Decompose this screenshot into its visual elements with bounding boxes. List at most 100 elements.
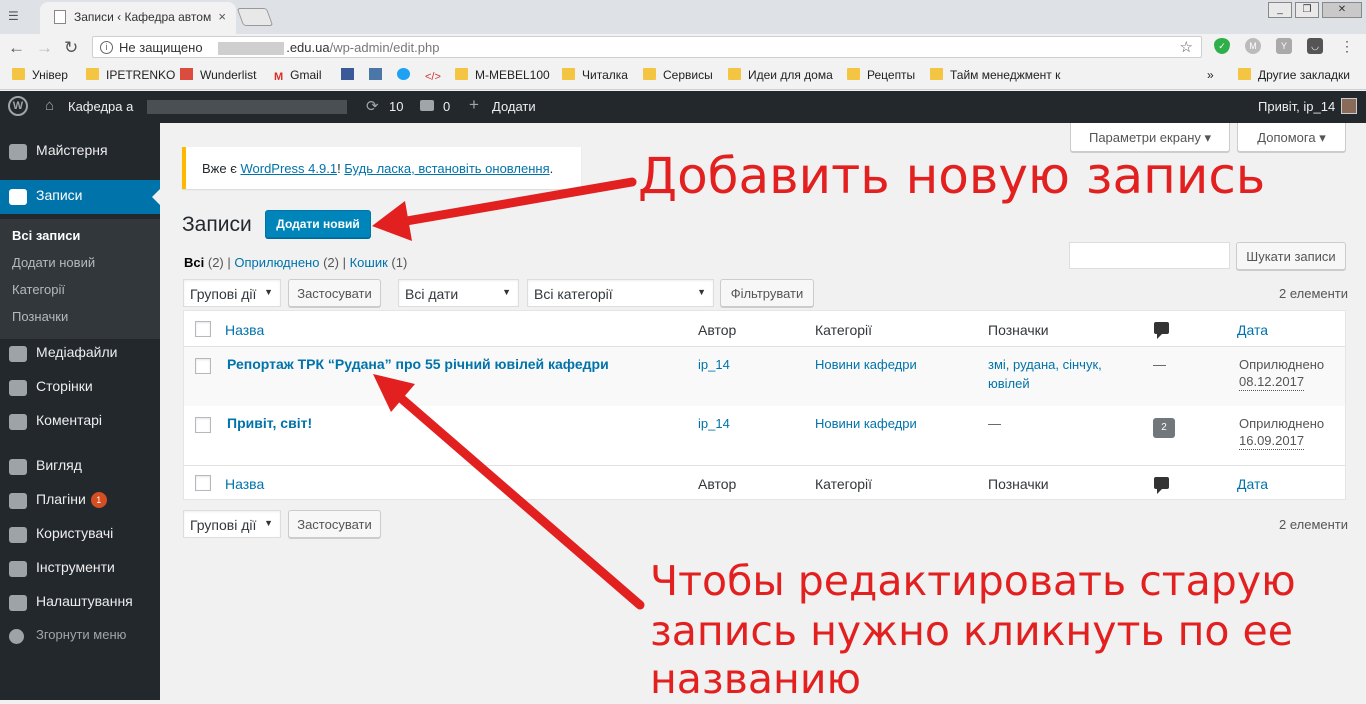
- apply-button[interactable]: Застосувати: [288, 279, 381, 307]
- apply-button-bottom[interactable]: Застосувати: [288, 510, 381, 538]
- menu-plugins[interactable]: Плагіни 1: [0, 484, 160, 518]
- submenu-add-new[interactable]: Додати новий: [12, 255, 95, 270]
- new-tab-button[interactable]: [236, 8, 274, 26]
- bulk-actions-select-bottom[interactable]: Групові дії ▼: [183, 510, 281, 538]
- plus-icon[interactable]: +: [469, 95, 479, 115]
- browser-tab[interactable]: Записи ‹ Кафедра автом ×: [40, 2, 236, 34]
- row-checkbox[interactable]: [195, 417, 211, 433]
- avatar[interactable]: [1341, 98, 1357, 114]
- collapse-menu[interactable]: Згорнути меню: [0, 620, 160, 654]
- bookmark-item[interactable]: M-MEBEL100: [455, 68, 550, 82]
- post-author-link[interactable]: ip_14: [698, 355, 730, 374]
- gmail-icon: M: [274, 71, 284, 83]
- bookmark-item[interactable]: IPETRENKO: [86, 68, 175, 82]
- post-author-link[interactable]: ip_14: [698, 414, 730, 433]
- other-bookmarks[interactable]: Другие закладки: [1238, 68, 1350, 82]
- menu-pages[interactable]: Сторінки: [0, 371, 160, 405]
- bookmark-item[interactable]: M Gmail: [274, 68, 322, 83]
- bookmarks-overflow[interactable]: »: [1207, 68, 1214, 82]
- menu-settings[interactable]: Налаштування: [0, 586, 160, 620]
- comments-column-icon[interactable]: [1154, 322, 1169, 339]
- bookmark-item[interactable]: Идеи для дома: [728, 68, 833, 82]
- minimize-button[interactable]: _: [1268, 2, 1292, 18]
- close-window-button[interactable]: ✕: [1322, 2, 1362, 18]
- column-date[interactable]: Дата: [1237, 322, 1268, 338]
- menu-dots-icon[interactable]: ⋮: [1339, 38, 1355, 54]
- filter-button[interactable]: Фільтрувати: [720, 279, 814, 307]
- twitter-bookmark[interactable]: [397, 68, 417, 82]
- submenu-tags[interactable]: Позначки: [12, 309, 68, 324]
- brush-icon: [9, 459, 27, 475]
- filter-published[interactable]: Оприлюднено: [234, 255, 319, 270]
- y-extension-icon[interactable]: Y: [1276, 38, 1292, 54]
- bookmark-item[interactable]: Сервисы: [643, 68, 713, 82]
- menu-tools[interactable]: Інструменти: [0, 552, 160, 586]
- menu-posts[interactable]: Записи: [0, 180, 160, 214]
- dates-select[interactable]: Всі дати ▼: [398, 279, 519, 307]
- bookmark-item[interactable]: Рецепты: [847, 68, 915, 82]
- menu-dashboard[interactable]: Майстерня: [0, 135, 160, 169]
- update-link[interactable]: Будь ласка, встановіть оновлення: [344, 161, 549, 176]
- bookmark-item[interactable]: Тайм менеджмент к: [930, 68, 1060, 82]
- back-icon[interactable]: ←: [8, 38, 25, 58]
- comments-icon[interactable]: [420, 100, 434, 111]
- home-icon[interactable]: ⌂: [45, 97, 54, 114]
- wrench-icon: [9, 561, 27, 577]
- post-tags-link[interactable]: ювілей: [988, 374, 1030, 393]
- info-icon[interactable]: i: [100, 41, 113, 54]
- admin-sidebar: Майстерня Записи Всі записи Додати новий…: [0, 123, 160, 700]
- forward-icon[interactable]: →: [36, 38, 53, 58]
- media-icon: [9, 346, 27, 362]
- code-bookmark[interactable]: </>: [425, 68, 448, 83]
- bookmarks-bar: Універ IPETRENKO Wunderlist M Gmail </> M…: [0, 62, 1366, 90]
- address-bar[interactable]: i Не защищено .edu.ua/wp-admin/edit.php …: [92, 36, 1202, 58]
- bookmark-item[interactable]: Wunderlist: [180, 68, 256, 82]
- column-title-footer[interactable]: Назва: [225, 476, 264, 492]
- vk-bookmark[interactable]: [369, 68, 389, 82]
- search-input[interactable]: [1069, 242, 1230, 269]
- submenu-categories[interactable]: Категорії: [12, 282, 65, 297]
- comment-count-bubble[interactable]: 2: [1153, 418, 1175, 438]
- menu-appearance[interactable]: Вигляд: [0, 450, 160, 484]
- pocket-extension-icon[interactable]: ◡: [1307, 38, 1323, 54]
- close-tab-icon[interactable]: ×: [218, 9, 226, 24]
- user-greeting[interactable]: Привіт, ip_14: [1258, 99, 1335, 114]
- maximize-button[interactable]: ❐: [1295, 2, 1319, 18]
- menu-comments[interactable]: Коментарі: [0, 405, 160, 439]
- bookmark-star-icon[interactable]: ☆: [1180, 38, 1193, 56]
- bookmark-item[interactable]: Універ: [12, 68, 68, 82]
- column-title[interactable]: Назва: [225, 322, 264, 338]
- wordpress-version-link[interactable]: WordPress 4.9.1: [240, 161, 337, 176]
- annotation-add: Добавить новую запись: [638, 147, 1266, 205]
- search-posts-button[interactable]: Шукати записи: [1236, 242, 1346, 270]
- site-name[interactable]: Кафедра а: [68, 99, 133, 114]
- comments-count[interactable]: 0: [443, 99, 450, 114]
- wordpress-logo-icon[interactable]: W: [8, 96, 28, 116]
- menu-users[interactable]: Користувачі: [0, 518, 160, 552]
- add-new-post-button[interactable]: Додати новий: [265, 210, 371, 238]
- facebook-bookmark[interactable]: [341, 68, 361, 82]
- updates-count[interactable]: 10: [389, 99, 403, 114]
- bookmark-item[interactable]: Читалка: [562, 68, 628, 82]
- post-title-link[interactable]: Репортаж ТРК “Рудана” про 55 річний ювіл…: [227, 355, 609, 374]
- updates-icon[interactable]: ⟳: [366, 97, 379, 115]
- comments-column-icon[interactable]: [1154, 477, 1169, 494]
- bulk-actions-select[interactable]: Групові дії ▼: [183, 279, 281, 307]
- post-title-link[interactable]: Привіт, світ!: [227, 414, 312, 433]
- post-tags-link[interactable]: змі, рудана, сінчук,: [988, 355, 1102, 374]
- filter-all[interactable]: Всі: [184, 255, 204, 270]
- row-checkbox[interactable]: [195, 358, 211, 374]
- select-all-checkbox[interactable]: [195, 321, 211, 337]
- filter-trash[interactable]: Кошик: [350, 255, 388, 270]
- categories-select[interactable]: Всі категорії ▼: [527, 279, 714, 307]
- column-date-footer[interactable]: Дата: [1237, 476, 1268, 492]
- post-category-link[interactable]: Новини кафедри: [815, 355, 917, 374]
- select-all-checkbox-footer[interactable]: [195, 475, 211, 491]
- reload-icon[interactable]: ↻: [64, 38, 78, 58]
- add-new-adminbar[interactable]: Додати: [492, 99, 536, 114]
- submenu-all-posts[interactable]: Всі записи: [12, 228, 80, 243]
- m-extension-icon[interactable]: M: [1245, 38, 1261, 54]
- menu-media[interactable]: Медіафайли: [0, 337, 160, 371]
- post-category-link[interactable]: Новини кафедри: [815, 414, 917, 433]
- incognito-icon[interactable]: ☰: [8, 9, 24, 23]
